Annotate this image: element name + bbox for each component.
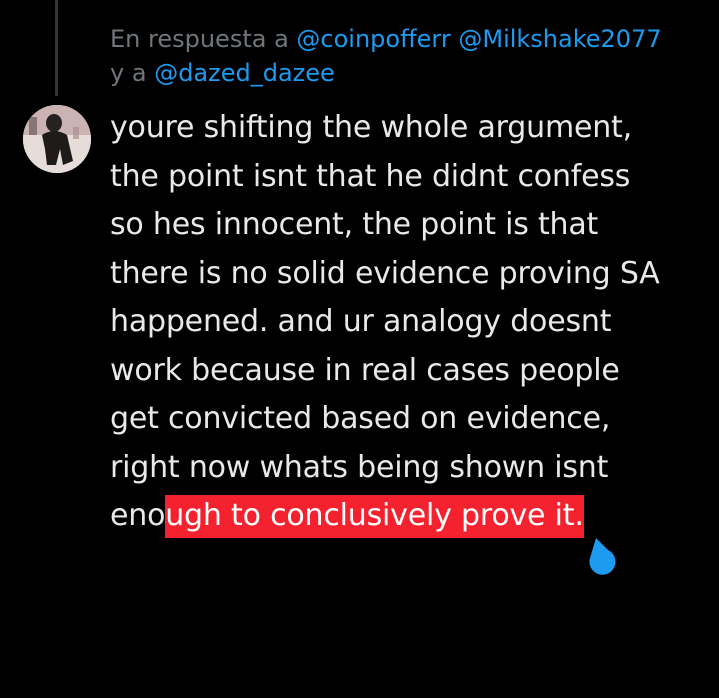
avatar-image (23, 105, 91, 173)
tweet-text-line: happened. and ur analogy doesnt (110, 304, 612, 339)
tweet-text-line: there is no solid evidence proving SA (110, 255, 660, 291)
tweet-text-line: so hes innocent, the point is that (110, 207, 599, 242)
tweet-text-line: get convicted based on evidence, (110, 401, 611, 436)
thread-connector-line (55, 0, 58, 96)
tweet-text-line: work because in real cases people (110, 352, 620, 388)
mention-link-dazed-dazee[interactable]: @dazed_dazee (154, 59, 335, 87)
tweet-text: youre shifting the whole argument, the p… (110, 104, 710, 541)
tweet-text-line: the point isnt that he didnt confess (110, 158, 631, 194)
tweet-text-unselected: eno (110, 498, 166, 533)
reply-connector: y a (110, 59, 147, 87)
reply-context: En respuesta a @coinpofferr @Milkshake20… (110, 22, 710, 90)
text-selection-highlight[interactable]: ugh to conclusively prove it. (165, 495, 584, 538)
tweet-text-line: youre shifting the whole argument, (110, 110, 632, 145)
tweet-text-line: right now whats being shown isnt (110, 449, 609, 485)
avatar[interactable] (23, 105, 91, 173)
selection-end-handle-icon[interactable] (582, 528, 622, 576)
mention-link-milkshake2077[interactable]: @Milkshake2077 (458, 25, 661, 53)
mention-link-coinpofferr[interactable]: @coinpofferr (296, 25, 450, 53)
reply-prefix: En respuesta a (110, 25, 289, 53)
